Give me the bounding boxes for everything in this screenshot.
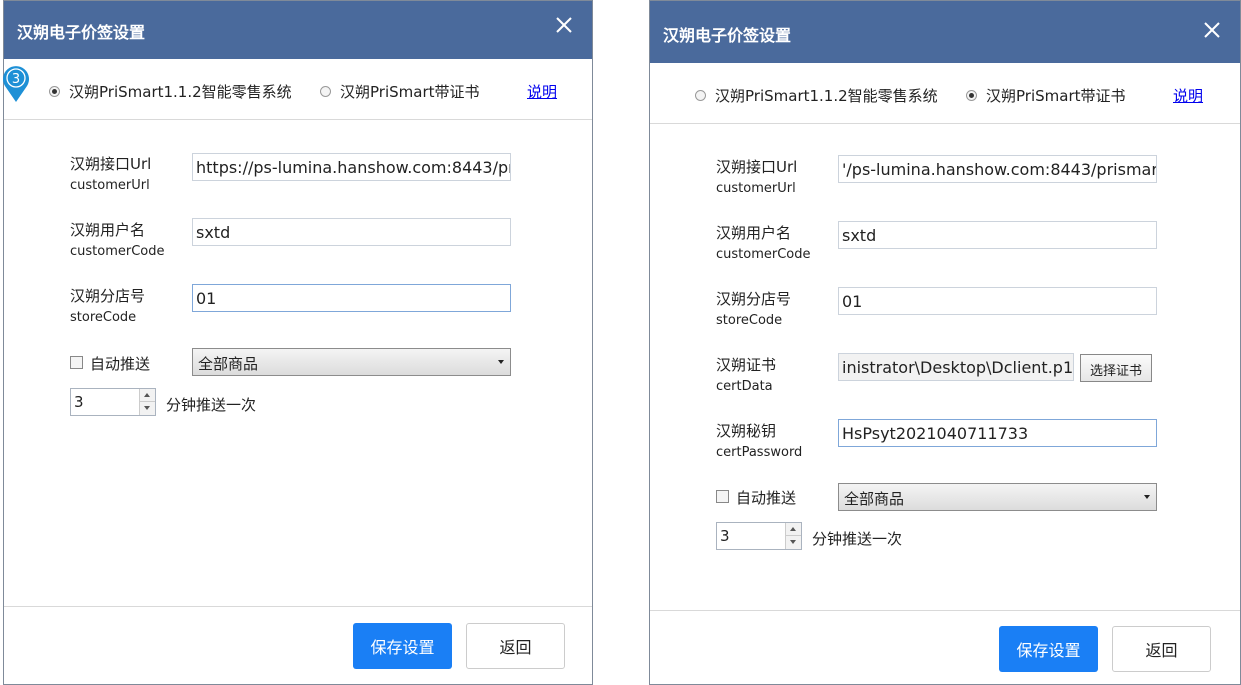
username-sublabel: customerCode [70,244,165,259]
choose-cert-button[interactable]: 选择证书 [1080,354,1153,382]
radio-label: 汉朔PriSmart带证书 [986,87,1126,105]
divider [4,119,592,120]
url-input[interactable]: '/ps-lumina.hanshow.com:8443/prismart/ [838,155,1157,183]
radio-label: 汉朔PriSmart带证书 [340,83,480,101]
arrow-down-icon [144,406,150,410]
dialog-titlebar: 汉朔电子价签设置 [650,1,1240,63]
product-scope-select[interactable]: 全部商品 [192,348,511,376]
select-value: 全部商品 [198,355,259,373]
radio-label: 汉朔PriSmart1.1.2智能零售系统 [69,83,292,101]
back-button[interactable]: 返回 [466,623,565,669]
interval-stepper[interactable]: 3 [70,388,156,416]
interval-label: 分钟推送一次 [812,530,903,548]
step-marker-icon: 3 [3,66,30,102]
username-input[interactable]: sxtd [192,218,511,246]
url-label: 汉朔接口Url [70,155,152,173]
username-label: 汉朔用户名 [70,221,146,239]
cert-label: 汉朔证书 [716,356,777,374]
store-sublabel: storeCode [716,313,783,328]
dialog-titlebar: 汉朔电子价签设置 [4,1,592,59]
chevron-down-icon [498,360,504,364]
system-radio-group: 汉朔PriSmart1.1.2智能零售系统 汉朔PriSmart带证书 说明 [4,59,592,119]
store-sublabel: storeCode [70,310,137,325]
back-button[interactable]: 返回 [1112,626,1211,672]
url-sublabel: customerUrl [716,181,796,196]
store-input[interactable]: 01 [192,284,511,312]
interval-value: 3 [720,527,730,545]
username-input[interactable]: sxtd [838,221,1157,249]
cert-sublabel: certData [716,379,773,394]
auto-push-checkbox[interactable] [716,490,729,503]
radio-prismart-cert[interactable]: 汉朔PriSmart带证书 [966,85,1126,106]
arrow-up-icon [144,393,150,397]
arrow-up-icon [790,527,796,531]
spin-down-button[interactable] [786,536,801,549]
settings-dialog-left: 汉朔电子价签设置 汉朔PriSmart1.1.2智能零售系统 汉朔PriSmar… [3,0,593,685]
chevron-down-icon [1144,495,1150,499]
store-label: 汉朔分店号 [70,287,146,305]
spin-up-button[interactable] [786,523,801,536]
interval-value: 3 [74,393,84,411]
interval-stepper[interactable]: 3 [716,522,802,550]
radio-dot [49,86,60,97]
help-link[interactable]: 说明 [1173,85,1203,106]
spin-buttons [785,523,801,549]
interval-label: 分钟推送一次 [166,396,257,414]
radio-dot [320,86,331,97]
footer-divider [650,610,1240,611]
product-scope-select[interactable]: 全部商品 [838,483,1157,511]
auto-push-label: 自动推送 [90,355,151,373]
radio-prismart-112[interactable]: 汉朔PriSmart1.1.2智能零售系统 [49,81,292,102]
step-marker-number: 3 [12,72,20,87]
password-label: 汉朔秘钥 [716,422,777,440]
store-label: 汉朔分店号 [716,290,792,308]
url-input[interactable]: https://ps-lumina.hanshow.com:8443/prism… [192,153,511,181]
store-input[interactable]: 01 [838,287,1157,315]
save-button[interactable]: 保存设置 [353,623,452,669]
radio-label: 汉朔PriSmart1.1.2智能零售系统 [715,87,938,105]
arrow-down-icon [790,540,796,544]
system-radio-group: 汉朔PriSmart1.1.2智能零售系统 汉朔PriSmart带证书 说明 [650,63,1240,123]
radio-prismart-112[interactable]: 汉朔PriSmart1.1.2智能零售系统 [695,85,938,106]
url-label: 汉朔接口Url [716,158,798,176]
settings-dialog-right: 汉朔电子价签设置 汉朔PriSmart1.1.2智能零售系统 汉朔PriSmar… [649,0,1241,685]
footer-divider [4,606,592,607]
select-value: 全部商品 [844,490,905,508]
spin-buttons [139,389,155,415]
spin-up-button[interactable] [140,389,155,402]
help-link[interactable]: 说明 [527,81,557,102]
save-button[interactable]: 保存设置 [999,626,1098,672]
divider [650,123,1240,124]
cert-path-input[interactable]: inistrator\Desktop\Dclient.p12 [838,353,1074,381]
radio-dot [695,90,706,101]
username-label: 汉朔用户名 [716,224,792,242]
auto-push-label: 自动推送 [736,489,797,507]
password-sublabel: certPassword [716,445,803,460]
close-icon[interactable] [1200,18,1224,42]
spin-down-button[interactable] [140,402,155,415]
url-sublabel: customerUrl [70,178,150,193]
dialog-title: 汉朔电子价签设置 [663,26,792,45]
password-input[interactable]: HsPsyt2021040711733 [838,419,1157,447]
dialog-title: 汉朔电子价签设置 [17,23,146,42]
radio-prismart-cert[interactable]: 汉朔PriSmart带证书 [320,81,480,102]
username-sublabel: customerCode [716,247,811,262]
close-icon[interactable] [552,13,576,37]
radio-dot [966,90,977,101]
auto-push-checkbox[interactable] [70,356,83,369]
